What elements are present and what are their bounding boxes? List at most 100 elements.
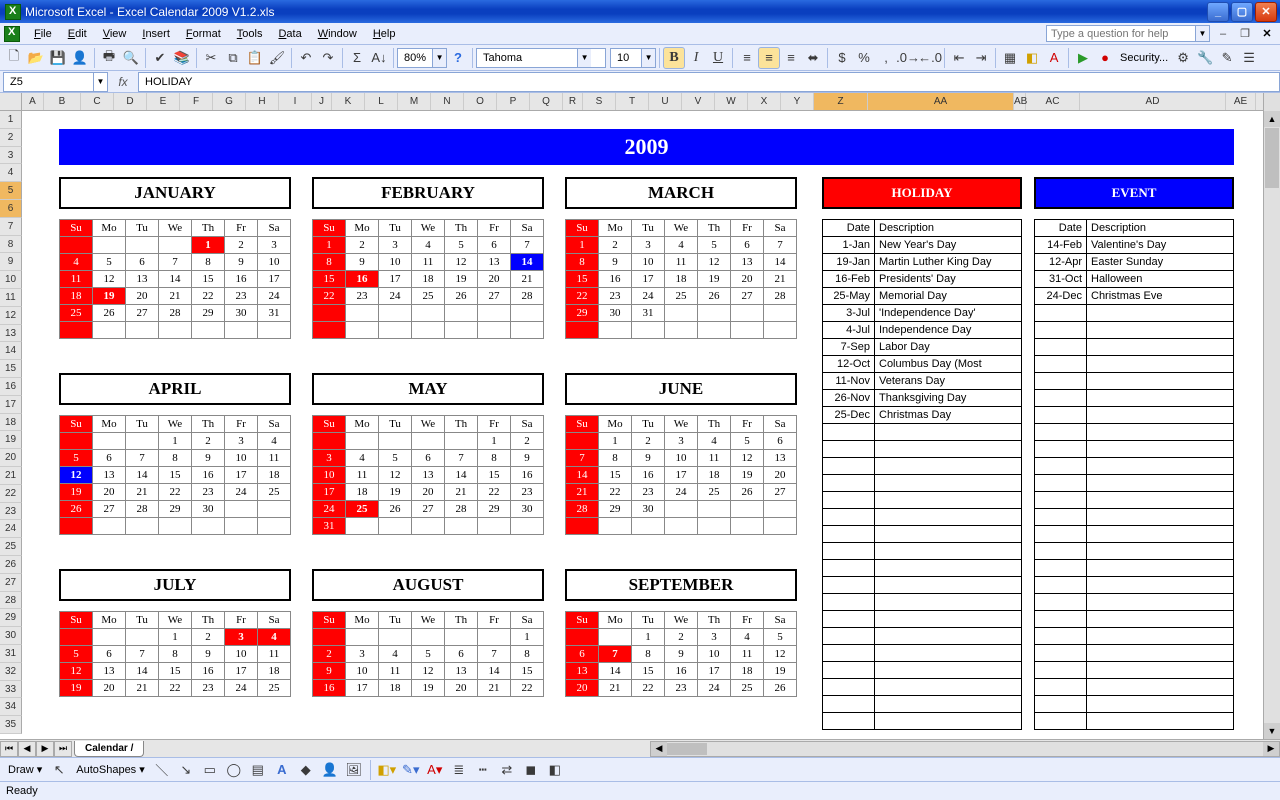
col-header-K[interactable]: K: [332, 93, 365, 110]
comma-icon[interactable]: ,: [875, 47, 897, 69]
font-size-combo[interactable]: 10▼: [610, 48, 656, 68]
name-box[interactable]: Z5▼: [3, 72, 108, 92]
research-icon[interactable]: 📚: [171, 47, 193, 69]
select-all-corner[interactable]: [0, 93, 22, 111]
align-right-icon[interactable]: ≡: [780, 47, 802, 69]
dash-style-icon[interactable]: ┅: [472, 759, 494, 781]
row-header-31[interactable]: 31: [0, 645, 22, 663]
col-header-F[interactable]: F: [180, 93, 213, 110]
align-center-icon[interactable]: ≡: [758, 47, 780, 69]
row-header-28[interactable]: 28: [0, 592, 22, 610]
maximize-button[interactable]: ▢: [1231, 2, 1253, 22]
col-header-AB[interactable]: AB: [1014, 93, 1026, 110]
row-header-18[interactable]: 18: [0, 414, 22, 432]
picture-icon[interactable]: 🖼: [343, 759, 365, 781]
draw-menu[interactable]: Draw ▾: [4, 763, 46, 776]
font-color-draw-icon[interactable]: A▾: [424, 759, 446, 781]
row-header-4[interactable]: 4: [0, 164, 22, 182]
select-objects-icon[interactable]: ↖: [48, 759, 70, 781]
col-header-H[interactable]: H: [246, 93, 279, 110]
bold-button[interactable]: B: [663, 47, 685, 69]
fill-color-draw-icon[interactable]: ◧▾: [376, 759, 398, 781]
new-icon[interactable]: 🗋: [3, 47, 25, 69]
decrease-decimal-icon[interactable]: ←.0: [919, 47, 941, 69]
menu-insert[interactable]: Insert: [134, 26, 178, 42]
col-header-AA[interactable]: AA: [868, 93, 1014, 110]
col-header-D[interactable]: D: [114, 93, 147, 110]
row-header-6[interactable]: 6: [0, 200, 22, 218]
underline-button[interactable]: U: [707, 47, 729, 69]
format-painter-icon[interactable]: 🖌: [266, 47, 288, 69]
mdi-minimize-button[interactable]: –: [1214, 25, 1232, 43]
row-header-23[interactable]: 23: [0, 503, 22, 521]
menu-view[interactable]: View: [95, 26, 135, 42]
row-header-29[interactable]: 29: [0, 609, 22, 627]
control-toolbox-icon[interactable]: 🔧: [1194, 47, 1216, 69]
col-header-N[interactable]: N: [431, 93, 464, 110]
oval-icon[interactable]: ◯: [223, 759, 245, 781]
col-header-C[interactable]: C: [81, 93, 114, 110]
macro-record-icon[interactable]: ●: [1094, 47, 1116, 69]
col-header-X[interactable]: X: [748, 93, 781, 110]
diagram-icon[interactable]: ◆: [295, 759, 317, 781]
borders-icon[interactable]: ▦: [999, 47, 1021, 69]
align-left-icon[interactable]: ≡: [736, 47, 758, 69]
row-header-2[interactable]: 2: [0, 129, 22, 147]
help-icon[interactable]: ?: [447, 47, 469, 69]
worksheet-grid[interactable]: 2009 JANUARYSuMoTuWeThFrSa12345678910111…: [22, 111, 1263, 739]
col-header-P[interactable]: P: [497, 93, 530, 110]
row-header-27[interactable]: 27: [0, 574, 22, 592]
row-header-15[interactable]: 15: [0, 360, 22, 378]
help-dropdown-icon[interactable]: ▼: [1196, 25, 1210, 42]
row-header-30[interactable]: 30: [0, 627, 22, 645]
col-header-U[interactable]: U: [649, 93, 682, 110]
3d-icon[interactable]: ◧: [544, 759, 566, 781]
last-tab-icon[interactable]: ⏭: [54, 741, 72, 757]
arrow-icon[interactable]: ↘: [175, 759, 197, 781]
decrease-indent-icon[interactable]: ⇤: [948, 47, 970, 69]
merge-center-icon[interactable]: ⬌: [802, 47, 824, 69]
row-header-12[interactable]: 12: [0, 307, 22, 325]
design-mode-icon[interactable]: ✎: [1216, 47, 1238, 69]
col-header-J[interactable]: J: [312, 93, 332, 110]
row-header-33[interactable]: 33: [0, 681, 22, 699]
zoom-combo[interactable]: 80%▼: [397, 48, 447, 68]
row-header-24[interactable]: 24: [0, 520, 22, 538]
col-header-Y[interactable]: Y: [781, 93, 814, 110]
menu-help[interactable]: Help: [365, 26, 404, 42]
line-style-icon[interactable]: ≣: [448, 759, 470, 781]
col-header-A[interactable]: A: [22, 93, 44, 110]
col-header-I[interactable]: I: [279, 93, 312, 110]
col-header-G[interactable]: G: [213, 93, 246, 110]
open-icon[interactable]: 📂: [25, 47, 47, 69]
row-header-26[interactable]: 26: [0, 556, 22, 574]
autosum-icon[interactable]: Σ: [346, 47, 368, 69]
redo-icon[interactable]: ↷: [317, 47, 339, 69]
first-tab-icon[interactable]: ⏮: [0, 741, 18, 757]
print-preview-icon[interactable]: 🔍: [120, 47, 142, 69]
shadow-icon[interactable]: ◼: [520, 759, 542, 781]
col-header-AC[interactable]: AC: [1026, 93, 1080, 110]
col-header-Q[interactable]: Q: [530, 93, 563, 110]
textbox-icon[interactable]: ▤: [247, 759, 269, 781]
col-header-E[interactable]: E: [147, 93, 180, 110]
col-header-L[interactable]: L: [365, 93, 398, 110]
col-header-B[interactable]: B: [44, 93, 81, 110]
menu-file[interactable]: File: [26, 26, 60, 42]
row-header-9[interactable]: 9: [0, 253, 22, 271]
row-header-32[interactable]: 32: [0, 663, 22, 681]
col-header-M[interactable]: M: [398, 93, 431, 110]
fx-icon[interactable]: fx: [112, 75, 134, 89]
row-header-17[interactable]: 17: [0, 396, 22, 414]
row-header-5[interactable]: 5: [0, 182, 22, 200]
vba-icon[interactable]: ⚙: [1172, 47, 1194, 69]
security-button[interactable]: Security...: [1116, 52, 1172, 64]
undo-icon[interactable]: ↶: [295, 47, 317, 69]
row-header-25[interactable]: 25: [0, 538, 22, 556]
increase-indent-icon[interactable]: ⇥: [970, 47, 992, 69]
horizontal-scrollbar[interactable]: ◀▶: [650, 741, 1280, 757]
sort-icon[interactable]: A↓: [368, 47, 390, 69]
menu-format[interactable]: Format: [178, 26, 229, 42]
autoshapes-menu[interactable]: AutoShapes ▾: [72, 763, 149, 776]
row-header-16[interactable]: 16: [0, 378, 22, 396]
